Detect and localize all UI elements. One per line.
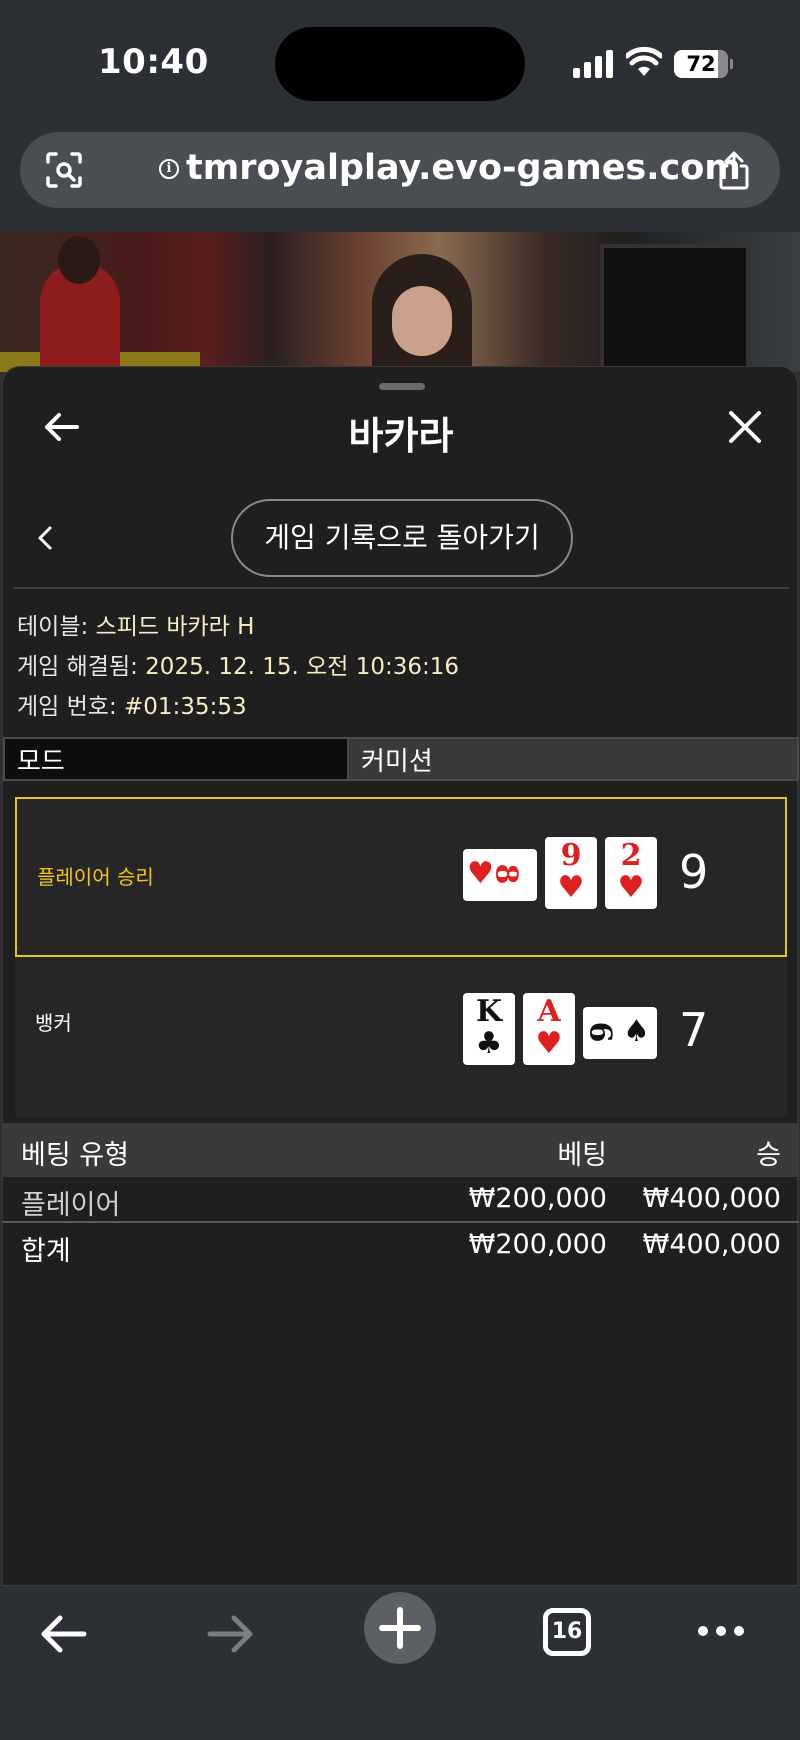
signal-icon xyxy=(573,48,613,78)
player-score: 9 xyxy=(679,845,709,899)
close-icon[interactable] xyxy=(725,407,765,447)
browser-toolbar: 16 xyxy=(0,1586,800,1740)
playing-card: ♠ 6 xyxy=(582,1007,657,1059)
total-bet: ₩200,000 xyxy=(468,1229,607,1260)
battery-level: 72 xyxy=(686,52,716,76)
banker-result-label: 뱅커 xyxy=(35,1011,72,1035)
card-rank: K xyxy=(475,994,503,1029)
total-row: 합계 ₩200,000 ₩400,000 xyxy=(3,1223,799,1267)
share-icon[interactable] xyxy=(714,150,754,192)
live-video-feed xyxy=(0,232,800,372)
bet-type: 플레이어 xyxy=(21,1190,121,1221)
header-win: 승 xyxy=(756,1140,781,1171)
game-history-panel: 바카라 게임 기록으로 돌아가기 테이블: 스피드 바카라 H 게임 해결됨: … xyxy=(2,366,799,1586)
info-label: 게임 해결됨: xyxy=(17,654,146,680)
forward-icon[interactable] xyxy=(206,1612,256,1656)
chevron-left-icon[interactable] xyxy=(35,523,55,553)
status-time: 10:40 xyxy=(98,42,209,82)
plus-icon xyxy=(379,1607,421,1649)
card-suit: ♠ xyxy=(623,1014,650,1049)
more-icon[interactable] xyxy=(696,1616,746,1646)
url-text[interactable]: tmroyalplay.evo-games.com xyxy=(186,148,741,188)
divider xyxy=(13,587,789,589)
back-to-history-button[interactable]: 게임 기록으로 돌아가기 xyxy=(231,499,573,577)
info-label: 게임 번호: xyxy=(17,694,125,720)
table-row: 플레이어 ₩200,000 ₩400,000 xyxy=(3,1177,799,1221)
banker-result-row: 뱅커 K ♣ A ♥ ♠ 6 7 xyxy=(15,957,787,1117)
card-rank: A xyxy=(537,994,561,1029)
dynamic-island xyxy=(275,27,525,101)
info-table: 테이블: 스피드 바카라 H xyxy=(17,607,254,641)
card-suit: ♥ xyxy=(557,870,585,905)
info-label: 테이블: xyxy=(17,614,96,640)
card-rank: 9 xyxy=(560,838,582,873)
back-icon[interactable] xyxy=(38,1612,88,1656)
panel-title: 바카라 xyxy=(348,414,454,458)
camera-search-icon[interactable] xyxy=(44,150,84,190)
header-bet: 베팅 xyxy=(557,1140,607,1171)
total-label: 합계 xyxy=(21,1236,71,1267)
playing-card: 2 ♥ xyxy=(605,837,657,909)
new-tab-button[interactable] xyxy=(364,1592,436,1664)
playing-card: ♥ 8 xyxy=(463,849,537,901)
win-amount: ₩400,000 xyxy=(642,1183,781,1214)
playing-card: K ♣ xyxy=(463,993,515,1065)
player-result-label: 플레이어 승리 xyxy=(37,865,154,889)
header-bet-type: 베팅 유형 xyxy=(21,1140,129,1171)
mode-label: 모드 xyxy=(3,737,349,781)
status-bar: 10:40 72 xyxy=(0,0,800,120)
mode-row: 모드 커미션 xyxy=(3,737,799,781)
battery-indicator: 72 xyxy=(674,50,733,78)
info-game-number: 게임 번호: #01:35:53 xyxy=(17,687,247,721)
player-result-row: 플레이어 승리 ♥ 8 9 ♥ 2 ♥ 9 xyxy=(15,797,787,957)
card-suit: ♥ xyxy=(617,870,645,905)
playing-card: A ♥ xyxy=(523,993,575,1065)
bets-table-header: 베팅 유형 베팅 승 xyxy=(3,1123,799,1177)
info-value: 2025. 12. 15. 오전 10:36:16 xyxy=(145,654,460,680)
info-value: #01:35:53 xyxy=(124,694,247,720)
tabs-icon[interactable]: 16 xyxy=(543,1608,591,1656)
info-icon[interactable]: i xyxy=(159,159,179,179)
card-rank: 2 xyxy=(620,838,642,873)
url-bar[interactable]: i tmroyalplay.evo-games.com xyxy=(20,132,780,208)
drag-handle[interactable] xyxy=(379,383,425,390)
playing-card: 9 ♥ xyxy=(545,837,597,909)
banker-score: 7 xyxy=(679,1003,709,1057)
wifi-icon xyxy=(626,46,662,76)
total-win: ₩400,000 xyxy=(642,1229,781,1260)
card-rank: 8 xyxy=(488,863,524,885)
card-suit: ♣ xyxy=(475,1026,503,1061)
mode-value: 커미션 xyxy=(349,737,799,781)
card-rank: 6 xyxy=(582,1021,618,1043)
info-resolved: 게임 해결됨: 2025. 12. 15. 오전 10:36:16 xyxy=(17,647,459,681)
bet-amount: ₩200,000 xyxy=(468,1183,607,1214)
info-value: 스피드 바카라 H xyxy=(95,614,255,640)
card-suit: ♥ xyxy=(535,1026,563,1061)
